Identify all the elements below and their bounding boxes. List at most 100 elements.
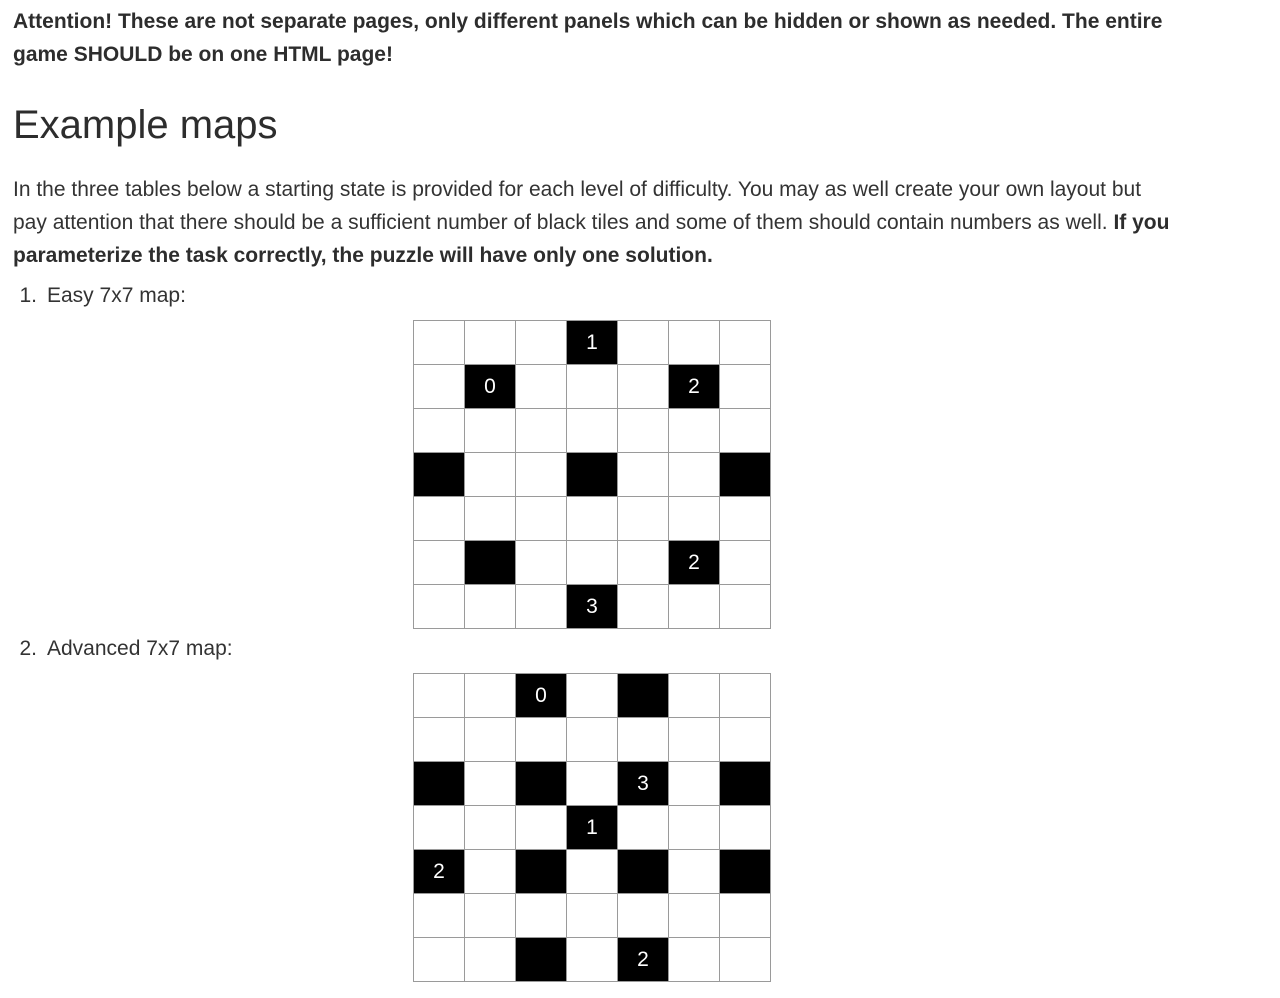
white-tile: [464, 496, 516, 541]
black-tile: [617, 673, 669, 718]
white-tile: [566, 540, 618, 585]
white-tile: [413, 320, 465, 365]
map-row: [413, 496, 771, 541]
white-tile: [413, 364, 465, 409]
numbered-tile: 3: [566, 584, 618, 629]
white-tile: [515, 584, 567, 629]
white-tile: [515, 805, 567, 850]
white-tile: [719, 320, 771, 365]
white-tile: [566, 496, 618, 541]
numbered-tile: 2: [617, 937, 669, 982]
white-tile: [617, 408, 669, 453]
white-tile: [719, 717, 771, 762]
easy-map-table: 10223: [413, 320, 771, 629]
white-tile: [617, 717, 669, 762]
black-tile: [566, 452, 618, 497]
black-tile: [719, 761, 771, 806]
white-tile: [719, 408, 771, 453]
black-tile: [719, 849, 771, 894]
black-tile: [617, 849, 669, 894]
list-item-label: Advanced 7x7 map:: [47, 637, 233, 660]
white-tile: [413, 717, 465, 762]
white-tile: [413, 496, 465, 541]
map-row: 3: [413, 584, 771, 629]
map-row: 2: [413, 540, 771, 585]
list-number: 2.: [19, 637, 37, 660]
white-tile: [413, 805, 465, 850]
white-tile: [719, 805, 771, 850]
content: Attention! These are not separate pages,…: [13, 0, 1173, 272]
white-tile: [566, 761, 618, 806]
map-row: 2: [413, 937, 771, 982]
numbered-tile: 1: [566, 805, 618, 850]
map-row: 3: [413, 761, 771, 806]
map-row: 0: [413, 673, 771, 718]
map-row: [413, 893, 771, 938]
white-tile: [464, 408, 516, 453]
white-tile: [413, 937, 465, 982]
white-tile: [515, 893, 567, 938]
white-tile: [668, 496, 720, 541]
intro-paragraph: In the three tables below a starting sta…: [13, 173, 1173, 272]
white-tile: [515, 717, 567, 762]
black-tile: [464, 540, 516, 585]
white-tile: [464, 937, 516, 982]
white-tile: [464, 673, 516, 718]
white-tile: [617, 452, 669, 497]
white-tile: [719, 540, 771, 585]
numbered-tile: 2: [668, 364, 720, 409]
map-label-easy: 1. Easy 7x7 map:: [13, 282, 185, 310]
white-tile: [566, 717, 618, 762]
white-tile: [719, 364, 771, 409]
black-tile: [719, 452, 771, 497]
numbered-tile: 0: [464, 364, 516, 409]
numbered-tile: 2: [668, 540, 720, 585]
white-tile: [515, 540, 567, 585]
black-tile: [413, 452, 465, 497]
black-tile: [515, 937, 567, 982]
white-tile: [668, 717, 720, 762]
map-row: 1: [413, 320, 771, 365]
advanced-map-table: 0 31 2 2: [413, 673, 771, 982]
numbered-tile: 0: [515, 673, 567, 718]
white-tile: [566, 364, 618, 409]
white-tile: [719, 893, 771, 938]
white-tile: [617, 364, 669, 409]
attention-note: Attention! These are not separate pages,…: [13, 10, 1163, 66]
white-tile: [413, 893, 465, 938]
map-label-advanced: 2. Advanced 7x7 map:: [13, 635, 233, 663]
white-tile: [617, 893, 669, 938]
white-tile: [515, 320, 567, 365]
white-tile: [413, 408, 465, 453]
map-row: 1: [413, 805, 771, 850]
numbered-tile: 1: [566, 320, 618, 365]
white-tile: [719, 937, 771, 982]
white-tile: [464, 893, 516, 938]
white-tile: [668, 761, 720, 806]
white-tile: [464, 761, 516, 806]
white-tile: [515, 496, 567, 541]
white-tile: [566, 893, 618, 938]
map-row: 02: [413, 364, 771, 409]
white-tile: [719, 584, 771, 629]
white-tile: [464, 320, 516, 365]
map-row: 2: [413, 849, 771, 894]
white-tile: [566, 849, 618, 894]
white-tile: [566, 937, 618, 982]
black-tile: [515, 761, 567, 806]
white-tile: [617, 584, 669, 629]
white-tile: [617, 540, 669, 585]
numbered-tile: 2: [413, 849, 465, 894]
map-row: [413, 452, 771, 497]
black-tile: [515, 849, 567, 894]
white-tile: [668, 849, 720, 894]
white-tile: [413, 673, 465, 718]
white-tile: [464, 849, 516, 894]
white-tile: [668, 452, 720, 497]
intro-text: In the three tables below a starting sta…: [13, 178, 1142, 234]
white-tile: [566, 408, 618, 453]
white-tile: [617, 320, 669, 365]
white-tile: [464, 584, 516, 629]
white-tile: [413, 584, 465, 629]
white-tile: [515, 452, 567, 497]
